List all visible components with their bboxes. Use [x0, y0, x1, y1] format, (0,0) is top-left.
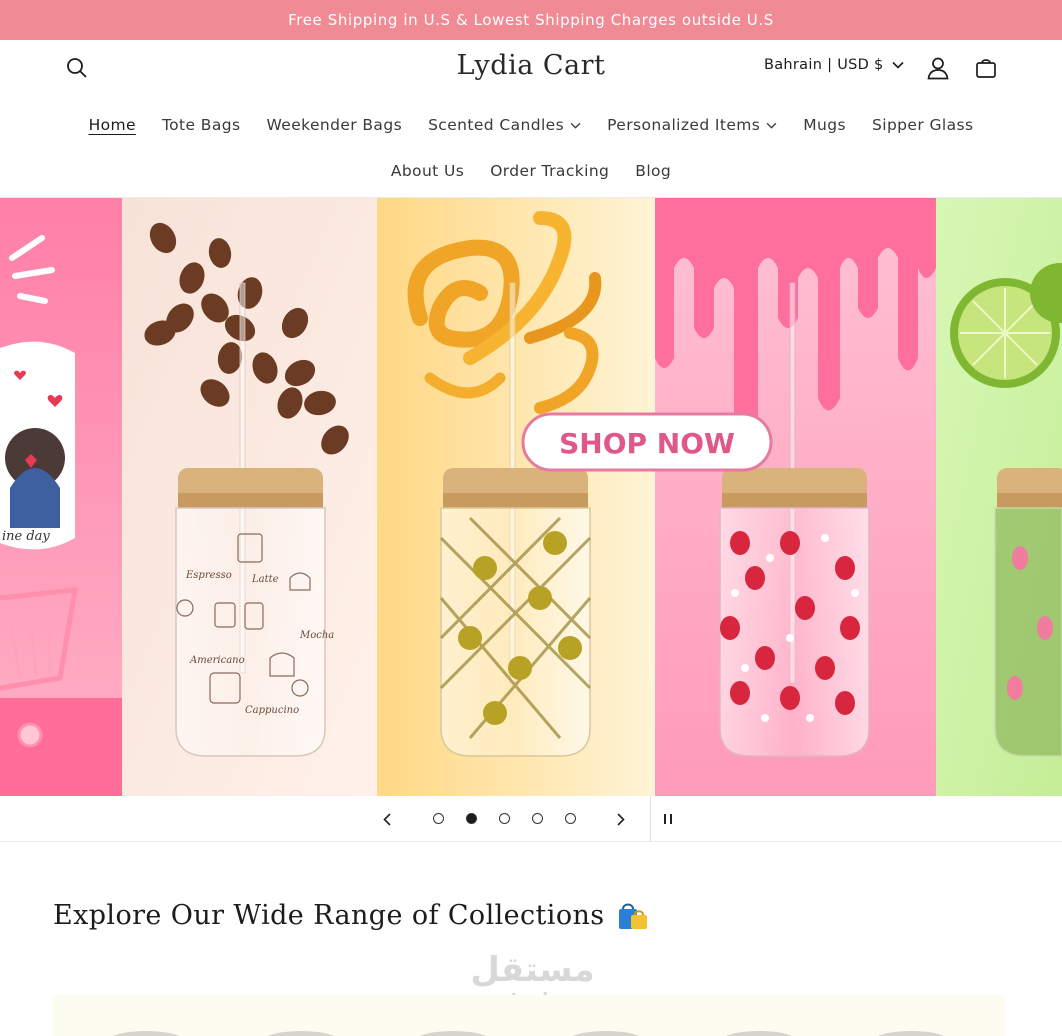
announcement-text: Free Shipping in U.S & Lowest Shipping C…	[288, 11, 774, 29]
collection-thumbnail[interactable]	[721, 1031, 797, 1036]
nav-label: Tote Bags	[161, 116, 241, 134]
hero-banner-image[interactable]: ine day Espresso Latte Mocha Americano C…	[0, 198, 1062, 796]
nav-tote-bags[interactable]: Tote Bags	[149, 114, 254, 136]
chevron-down-icon	[766, 122, 777, 129]
slide-dot-1[interactable]	[433, 813, 444, 824]
previous-slide-button[interactable]	[375, 807, 399, 831]
nav-sipper-glass[interactable]: Sipper Glass	[859, 114, 986, 136]
next-slide-button[interactable]	[609, 807, 633, 831]
locale-label: Bahrain | USD $	[764, 57, 884, 73]
nav-order-tracking[interactable]: Order Tracking	[477, 160, 622, 182]
nav-about-us[interactable]: About Us	[378, 160, 477, 182]
chevron-left-icon	[383, 812, 391, 826]
nav-label: Home	[88, 116, 136, 134]
nav-label: Order Tracking	[490, 162, 610, 180]
shopping-bags-icon	[618, 903, 647, 929]
collections-heading: Explore Our Wide Range of Collections	[53, 900, 649, 931]
main-nav-row-2: About Us Order Tracking Blog	[0, 160, 1062, 182]
collection-thumbnail[interactable]	[263, 1031, 339, 1036]
collection-thumbnail[interactable]	[873, 1031, 949, 1036]
nav-label: About Us	[390, 162, 465, 180]
chevron-right-icon	[617, 812, 625, 826]
user-icon	[927, 57, 949, 80]
cart-icon	[976, 59, 996, 78]
slide-dot-4[interactable]	[532, 813, 543, 824]
nav-blog[interactable]: Blog	[622, 160, 684, 182]
nav-label: Scented Candles	[428, 116, 565, 134]
collections-title-text: Explore Our Wide Range of Collections	[53, 900, 605, 931]
hero-slideshow[interactable]: ine day Espresso Latte Mocha Americano C…	[0, 198, 1062, 796]
nav-label: Weekender Bags	[266, 116, 403, 134]
pause-icon	[664, 814, 672, 824]
coffee-label: Espresso	[185, 570, 232, 581]
collection-thumbnail[interactable]	[108, 1031, 184, 1036]
slide-dot-3[interactable]	[499, 813, 510, 824]
coffee-label: Mocha	[299, 630, 334, 641]
country-currency-selector[interactable]: Bahrain | USD $	[764, 57, 904, 73]
search-icon	[67, 58, 87, 78]
cart-button[interactable]	[970, 52, 1002, 84]
announcement-bar: Free Shipping in U.S & Lowest Shipping C…	[0, 0, 1062, 40]
coffee-label: Americano	[189, 655, 245, 666]
nav-label: Blog	[635, 162, 672, 180]
slideshow-controls	[0, 796, 1062, 842]
main-nav-row-1: Home Tote Bags Weekender Bags Scented Ca…	[0, 114, 1062, 136]
chevron-down-icon	[570, 122, 581, 129]
nav-personalized-items[interactable]: Personalized Items	[594, 114, 790, 136]
nav-weekender-bags[interactable]: Weekender Bags	[253, 114, 415, 136]
watermark-arabic: مستقل	[470, 950, 595, 990]
controls-divider	[650, 796, 651, 842]
shop-now-button[interactable]: SHOP NOW	[521, 412, 773, 472]
nav-scented-candles[interactable]: Scented Candles	[415, 114, 594, 136]
nav-label: Sipper Glass	[872, 116, 974, 134]
nav-home[interactable]: Home	[76, 114, 149, 136]
collections-grid	[53, 995, 1005, 1036]
search-button[interactable]	[62, 53, 92, 83]
nav-label: Personalized Items	[607, 116, 761, 134]
slide-dot-5[interactable]	[565, 813, 576, 824]
shop-now-label: SHOP NOW	[559, 427, 735, 460]
nav-mugs[interactable]: Mugs	[790, 114, 859, 136]
nav-label: Mugs	[803, 116, 846, 134]
slide-dot-2[interactable]	[466, 813, 477, 824]
chevron-down-icon	[891, 61, 904, 69]
account-button[interactable]	[922, 52, 954, 84]
site-header: Lydia Cart Bahrain | USD $ Home Tote Bag…	[0, 40, 1062, 198]
logo-link[interactable]: Lydia Cart	[457, 50, 606, 81]
pause-slideshow-button[interactable]	[656, 807, 680, 831]
collection-thumbnail[interactable]	[568, 1031, 644, 1036]
coffee-label: Cappucino	[245, 705, 299, 716]
mug-text: ine day	[2, 529, 50, 544]
collection-thumbnail[interactable]	[415, 1031, 491, 1036]
coffee-label: Latte	[251, 574, 279, 585]
